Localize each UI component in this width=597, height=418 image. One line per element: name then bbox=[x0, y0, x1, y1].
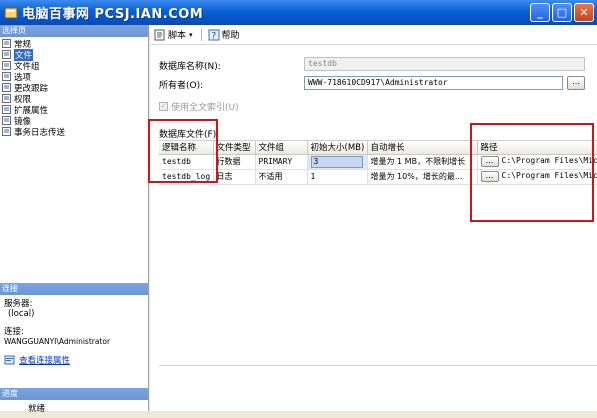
help-button[interactable]: ? 帮助 bbox=[208, 28, 240, 41]
initial-size-input[interactable]: 3 bbox=[311, 156, 363, 168]
svg-text:?: ? bbox=[211, 31, 216, 41]
db-name-label: 数据库名称(N): bbox=[159, 59, 221, 72]
help-label: 帮助 bbox=[222, 28, 240, 41]
grid-column-header[interactable]: 文件类型 bbox=[213, 141, 255, 154]
fulltext-label: 使用全文索引(U) bbox=[171, 100, 239, 113]
connection-value: WANGGUANYI\Administrator bbox=[4, 337, 144, 347]
autogrowth-cell: 增量为 10%，增长的最... bbox=[367, 169, 477, 184]
nav-item[interactable]: 文件 bbox=[2, 49, 148, 60]
close-button[interactable]: ✕ bbox=[574, 3, 594, 22]
autogrowth-cell: 增量为 1 MB，不限制增长 bbox=[367, 154, 477, 169]
page-icon bbox=[2, 39, 12, 48]
script-icon bbox=[154, 29, 166, 41]
fulltext-checkbox-row[interactable]: ✓ 使用全文索引(U) bbox=[159, 100, 239, 113]
database-icon bbox=[4, 6, 18, 20]
minimize-button[interactable]: _ bbox=[530, 3, 550, 22]
title-bar: 电脑百事网 PCSJ.IAN.COM _ □ ✕ bbox=[0, 0, 597, 25]
connection-section: 连接 服务器: (local) 连接: WANGGUANYI\Administr… bbox=[0, 283, 148, 370]
grid-column-header[interactable]: 文件组 bbox=[255, 141, 307, 154]
server-value: (local) bbox=[4, 309, 144, 319]
db-name-field[interactable]: testdb bbox=[304, 57, 585, 71]
initial-size-value: 1 bbox=[311, 172, 316, 181]
file-type-cell[interactable]: 日志 bbox=[213, 169, 255, 184]
progress-header: 进度 bbox=[0, 388, 148, 400]
highlight-logical-name bbox=[148, 119, 218, 183]
nav-item[interactable]: 更改跟踪 bbox=[2, 82, 148, 93]
browse-owner-button[interactable]: ... bbox=[567, 76, 585, 90]
nav-item[interactable]: 权限 bbox=[2, 93, 148, 104]
autogrowth-text: 增量为 10%，增长的最... bbox=[371, 172, 463, 181]
toolbar: 脚本 ▾ ? 帮助 bbox=[150, 25, 597, 45]
progress-text: 就绪 bbox=[0, 400, 148, 418]
highlight-path bbox=[470, 123, 594, 222]
page-icon bbox=[2, 83, 12, 92]
nav-item-label: 事务日志传送 bbox=[14, 126, 65, 138]
autogrowth-text: 增量为 1 MB，不限制增长 bbox=[371, 157, 466, 166]
page-icon bbox=[2, 127, 12, 136]
page-icon bbox=[2, 116, 12, 125]
filegroup-cell[interactable]: PRIMARY bbox=[255, 154, 307, 169]
progress-section: 进度 就绪 bbox=[0, 388, 148, 418]
nav-item[interactable]: 文件组 bbox=[2, 60, 148, 71]
server-label: 服务器: bbox=[4, 299, 144, 309]
script-label: 脚本 bbox=[168, 28, 186, 41]
script-button[interactable]: 脚本 ▾ bbox=[154, 28, 193, 41]
chevron-down-icon[interactable]: ▾ bbox=[189, 31, 193, 39]
maximize-button[interactable]: □ bbox=[552, 3, 572, 22]
select-page-header: 选择页 bbox=[0, 25, 148, 37]
grid-column-header[interactable]: 初始大小(MB) bbox=[307, 141, 367, 154]
help-icon: ? bbox=[208, 29, 220, 41]
page-icon bbox=[2, 72, 12, 81]
page-list: 常规文件文件组选项更改跟踪权限扩展属性镜像事务日志传送 bbox=[0, 37, 148, 137]
properties-icon bbox=[4, 355, 15, 366]
page-icon bbox=[2, 94, 12, 103]
connection-header: 连接 bbox=[0, 283, 148, 295]
toolbar-separator bbox=[201, 29, 202, 41]
nav-item[interactable]: 镜像 bbox=[2, 115, 148, 126]
file-type-cell[interactable]: 行数据 bbox=[213, 154, 255, 169]
filegroup-cell[interactable]: 不适用 bbox=[255, 169, 307, 184]
owner-label: 所有者(O): bbox=[159, 78, 203, 91]
nav-item[interactable]: 选项 bbox=[2, 71, 148, 82]
page-icon bbox=[2, 105, 12, 114]
nav-item[interactable]: 事务日志传送 bbox=[2, 126, 148, 137]
initial-size-cell[interactable]: 3 bbox=[307, 154, 367, 169]
view-connection-properties-link[interactable]: 查看连接属性 bbox=[19, 356, 70, 366]
owner-field[interactable]: WWW-718610CD917\Administrator bbox=[304, 76, 563, 90]
page-icon bbox=[2, 50, 12, 59]
fulltext-checkbox[interactable]: ✓ bbox=[159, 102, 168, 111]
left-panel: 选择页 常规文件文件组选项更改跟踪权限扩展属性镜像事务日志传送 连接 服务器: … bbox=[0, 25, 149, 411]
nav-item[interactable]: 扩展属性 bbox=[2, 104, 148, 115]
connection-label: 连接: bbox=[4, 327, 144, 337]
grid-column-header[interactable]: 自动增长 bbox=[367, 141, 477, 154]
main-panel: 脚本 ▾ ? 帮助 数据库名称(N): testdb 所有者(O): WWW-7… bbox=[150, 25, 597, 411]
window-title: 电脑百事网 PCSJ.IAN.COM bbox=[22, 3, 203, 22]
page-icon bbox=[2, 61, 12, 70]
nav-item[interactable]: 常规 bbox=[2, 38, 148, 49]
initial-size-cell[interactable]: 1 bbox=[307, 169, 367, 184]
